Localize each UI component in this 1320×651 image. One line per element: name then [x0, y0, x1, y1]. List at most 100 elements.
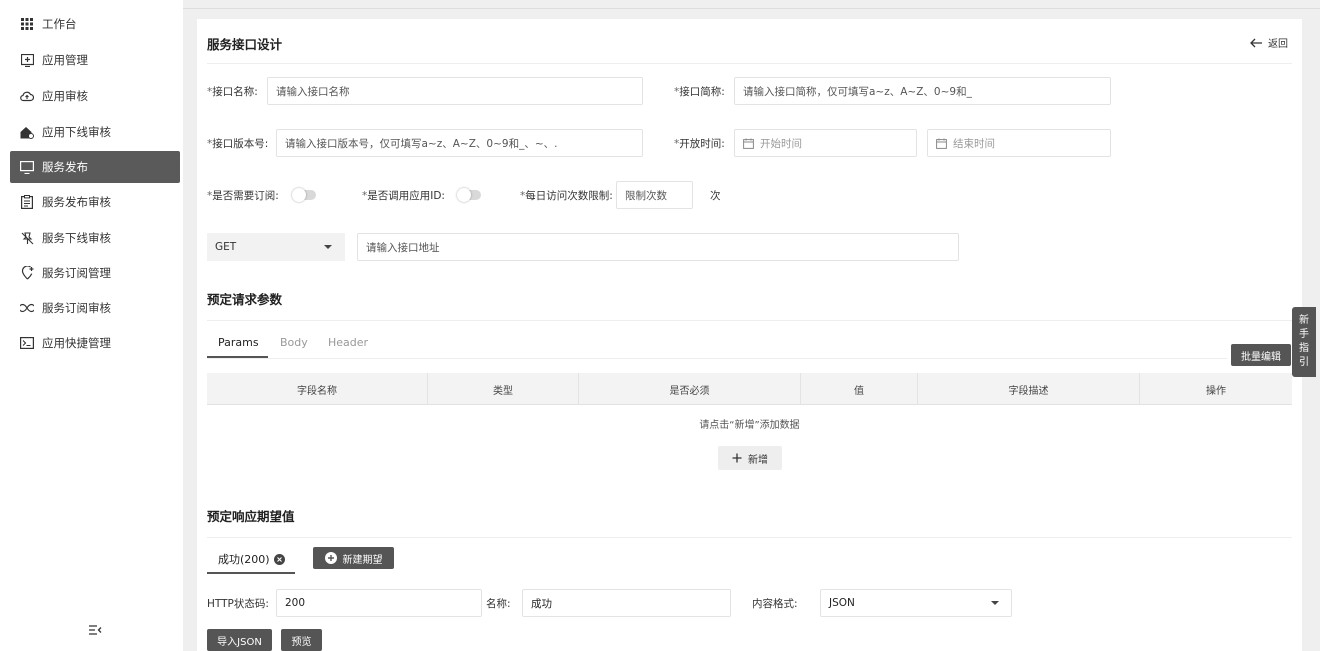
subscribe-switch[interactable] [292, 188, 316, 202]
sidebar-item-label: 服务下线审核 [42, 231, 111, 245]
app-id-switch[interactable] [457, 188, 481, 202]
url-input[interactable]: 请输入接口地址 [357, 233, 959, 261]
add-param-button[interactable]: 新增 [718, 446, 782, 470]
interface-abbr-label: *接口简称: [674, 84, 725, 99]
house-cloud-icon [20, 125, 34, 139]
column-header: 类型 [428, 373, 579, 405]
tabs-divider [207, 358, 1227, 359]
page-title: 服务接口设计 [207, 37, 283, 52]
monitor-icon [20, 160, 34, 174]
button-label: 新增 [748, 454, 768, 466]
button-label: 新建期望 [342, 554, 383, 566]
sidebar-item-workbench[interactable]: 工作台 [10, 8, 180, 40]
open-time-label: *开放时间: [674, 136, 725, 151]
section-divider [207, 537, 1292, 538]
collapse-menu-icon[interactable] [88, 624, 104, 640]
params-table-header: 字段名称 类型 是否必须 值 字段描述 操作 [207, 373, 1292, 405]
status-code-input[interactable]: 200 [276, 589, 482, 617]
interface-version-input[interactable]: 请输入接口版本号，仅可填写a~z、A~Z、0~9和_、~、. [276, 129, 643, 157]
select-value: JSON [829, 597, 855, 609]
end-time-picker[interactable]: 结束时间 [927, 129, 1111, 157]
sidebar-item-label: 服务发布审核 [42, 195, 111, 209]
placeholder-text: 开始时间 [760, 137, 802, 150]
pin-off-icon [20, 231, 34, 245]
placeholder-text: 请输入接口名称 [276, 85, 350, 98]
column-header: 是否必须 [579, 373, 801, 405]
request-params-title: 预定请求参数 [207, 292, 283, 307]
response-name-label: 名称: [486, 598, 511, 610]
plus-circle-icon [324, 552, 337, 564]
tab-label: 成功(200) [218, 553, 270, 566]
sidebar-item-service-subscription-management[interactable]: 服务订阅管理 [10, 257, 180, 289]
tab-body[interactable]: Body [280, 336, 308, 349]
empty-table-text: 请点击“新增”添加数据 [699, 420, 800, 431]
sidebar-item-app-offline-review[interactable]: 应用下线审核 [10, 116, 180, 148]
sidebar-item-label: 应用下线审核 [42, 125, 111, 139]
column-header: 操作 [1206, 385, 1226, 397]
response-name-input[interactable]: 成功 [522, 589, 731, 617]
sidebar-item-label: 应用快捷管理 [42, 336, 111, 350]
guide-char: 新 [1299, 315, 1309, 326]
daily-limit-label: *每日访问次数限制: [520, 188, 613, 203]
sidebar-item-label: 工作台 [42, 17, 77, 31]
content-format-label: 内容格式: [752, 598, 798, 610]
column-header: 值 [801, 373, 918, 405]
sidebar-item-service-offline-review[interactable]: 服务下线审核 [10, 222, 180, 254]
sidebar-item-label: 应用审核 [42, 89, 88, 103]
preview-button[interactable]: 预览 [281, 629, 322, 651]
beginner-guide-tab[interactable]: 新 手 指 引 [1292, 307, 1316, 377]
calendar-icon [936, 138, 947, 149]
sidebar-item-label: 服务订阅管理 [42, 266, 111, 280]
daily-limit-input[interactable]: 限制次数 [616, 181, 693, 209]
daily-limit-unit: 次 [710, 190, 721, 202]
response-tab-success[interactable]: 成功(200) [218, 551, 285, 567]
label-text: 开放时间: [679, 138, 725, 150]
back-label: 返回 [1268, 39, 1288, 50]
tab-header[interactable]: Header [328, 336, 368, 349]
import-json-button[interactable]: 导入JSON [207, 629, 272, 651]
sidebar-item-app-review[interactable]: 应用审核 [10, 80, 180, 112]
grid-icon [20, 17, 34, 31]
batch-edit-button[interactable]: 批量编辑 [1231, 344, 1291, 366]
interface-version-label: *接口版本号: [207, 136, 268, 151]
chevron-down-icon [324, 245, 332, 249]
new-expectation-button[interactable]: 新建期望 [313, 547, 394, 569]
status-code-label: HTTP状态码: [207, 598, 269, 610]
sidebar-item-label: 服务订阅审核 [42, 301, 111, 315]
sidebar-item-app-management[interactable]: 应用管理 [10, 44, 180, 76]
sidebar-item-service-publish-review[interactable]: 服务发布审核 [10, 186, 180, 218]
guide-char: 指 [1299, 343, 1309, 354]
interface-name-label: *接口名称: [207, 84, 258, 99]
arrow-left-icon [1250, 38, 1263, 48]
placeholder-text: 请输入接口版本号，仅可填写a~z、A~Z、0~9和_、~、. [285, 137, 558, 150]
sidebar-item-service-subscription-review[interactable]: 服务订阅审核 [10, 292, 180, 324]
sidebar-item-app-shortcut-management[interactable]: 应用快捷管理 [10, 327, 180, 359]
interface-abbr-input[interactable]: 请输入接口简称，仅可填写a~z、A~Z、0~9和_ [734, 77, 1111, 105]
placeholder-text: 请输入接口简称，仅可填写a~z、A~Z、0~9和_ [743, 85, 972, 98]
infinity-icon [20, 301, 34, 315]
back-button[interactable]: 返回 [1250, 35, 1288, 50]
label-text: 每日访问次数限制: [525, 190, 613, 202]
app-id-label: *是否调用应用ID: [362, 188, 445, 203]
content-format-select[interactable]: JSON [820, 589, 1012, 617]
input-value: 200 [285, 597, 306, 609]
calendar-icon [743, 138, 754, 149]
sidebar: 工作台 应用管理 应用审核 应用下线审核 服务发布 服务发布审核 服务下线审核 … [0, 0, 183, 651]
tab-params[interactable]: Params [218, 336, 259, 349]
label-text: 是否需要订阅: [212, 190, 279, 202]
label-text: 接口简称: [679, 86, 725, 98]
app-add-icon [20, 53, 34, 67]
clipboard-icon [20, 195, 34, 209]
column-header: 字段描述 [918, 373, 1140, 405]
method-value: GET [215, 241, 237, 253]
close-circle-icon[interactable] [273, 553, 285, 565]
plus-icon [732, 453, 742, 463]
sidebar-item-service-publish[interactable]: 服务发布 [10, 151, 180, 183]
start-time-picker[interactable]: 开始时间 [734, 129, 917, 157]
interface-name-input[interactable]: 请输入接口名称 [267, 77, 643, 105]
response-title: 预定响应期望值 [207, 509, 295, 524]
top-border [183, 8, 1320, 9]
active-tab-indicator [207, 572, 295, 574]
label-text: 接口名称: [212, 86, 258, 98]
input-value: 成功 [531, 597, 552, 610]
